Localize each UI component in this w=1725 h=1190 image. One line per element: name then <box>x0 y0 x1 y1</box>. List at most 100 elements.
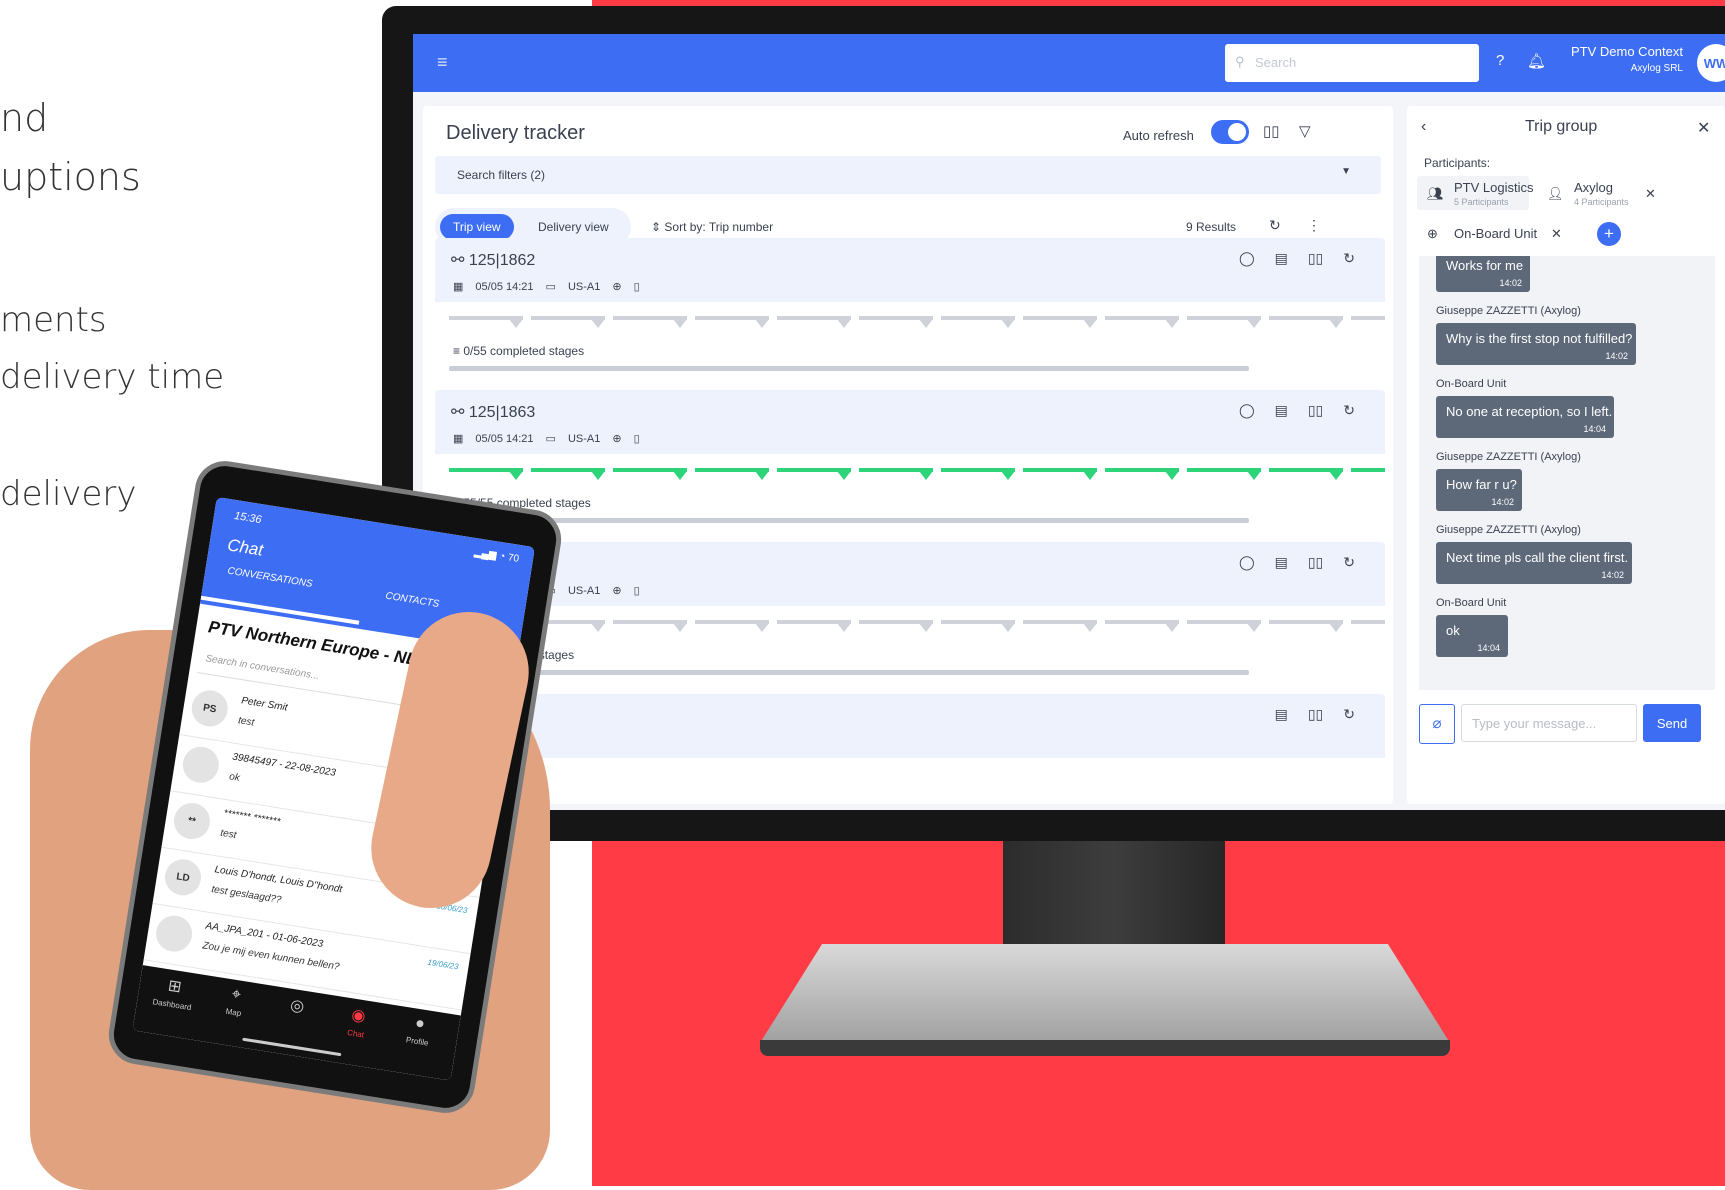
stage-marker[interactable] <box>919 471 933 480</box>
chat-icon[interactable]: ◯ <box>1239 402 1255 418</box>
bell-icon[interactable]: 🔔︎ <box>1527 52 1546 70</box>
back-icon[interactable]: ‹ <box>1421 118 1426 136</box>
map-icon[interactable]: ▯▯ <box>1308 402 1323 418</box>
participant-chip-ptv[interactable]: 👥︎ PTV Logistics 5 Participants <box>1417 176 1533 210</box>
refresh-icon[interactable]: ↻ <box>1343 402 1355 418</box>
remove-participant-icon[interactable]: ✕ <box>1551 226 1562 242</box>
nav-item-scan[interactable]: ◎ <box>270 992 323 1024</box>
stage-marker[interactable] <box>1165 319 1179 328</box>
search-input[interactable] <box>1253 54 1467 71</box>
tab-conversations[interactable]: CONVERSATIONS <box>227 566 314 590</box>
stage-marker[interactable] <box>673 623 687 632</box>
hamburger-icon[interactable]: ≡ <box>437 52 448 73</box>
horizontal-scrollbar[interactable] <box>449 670 1249 675</box>
nav-item-chat[interactable]: ◉ Chat <box>330 1002 385 1042</box>
chat-messages[interactable]: Works for me 14:02 Giuseppe ZAZZETTI (Axyl… <box>1419 256 1715 690</box>
message-composer: ⌀ Send <box>1419 704 1725 744</box>
tab-trip-view[interactable]: Trip view <box>440 214 514 240</box>
stage-marker[interactable] <box>591 319 605 328</box>
paperclip-icon[interactable]: ⌀ <box>1419 704 1455 744</box>
map-icon[interactable]: ▯▯ <box>1263 122 1280 140</box>
stage-marker[interactable] <box>1165 623 1179 632</box>
refresh-icon[interactable]: ↻ <box>1343 554 1355 570</box>
stage-marker[interactable] <box>673 471 687 480</box>
stage-marker[interactable] <box>1001 319 1015 328</box>
stage-marker[interactable] <box>1329 319 1343 328</box>
nav-item-profile[interactable]: ● Profile <box>392 1011 446 1049</box>
stage-marker[interactable] <box>1083 319 1097 328</box>
auto-refresh-toggle[interactable] <box>1211 120 1249 144</box>
avatar[interactable]: WW <box>1697 44 1725 82</box>
more-icon[interactable]: ⋮ <box>1307 217 1321 234</box>
global-search[interactable]: ⚲ <box>1225 44 1479 82</box>
stage-marker[interactable] <box>1247 471 1261 480</box>
stage-marker[interactable] <box>837 623 851 632</box>
chat-icon[interactable]: ◯ <box>1239 554 1255 570</box>
stage-marker[interactable] <box>755 471 769 480</box>
stage-marker[interactable] <box>1329 623 1343 632</box>
map-icon[interactable]: ▯▯ <box>1308 250 1323 266</box>
stage-marker[interactable] <box>919 623 933 632</box>
horizontal-scrollbar[interactable] <box>449 518 1249 523</box>
scan-icon: ◎ <box>289 996 306 1016</box>
vehicle-icon: ▭ <box>545 281 556 293</box>
map-icon[interactable]: ▯▯ <box>1308 554 1323 570</box>
sort-button[interactable]: ⇕ Sort by: Trip number <box>651 220 773 234</box>
stage-marker[interactable] <box>591 623 605 632</box>
stage-marker[interactable] <box>755 623 769 632</box>
stage-marker[interactable] <box>509 319 523 328</box>
stage-marker[interactable] <box>1165 471 1179 480</box>
document-icon[interactable]: ▤ <box>1275 402 1288 418</box>
stage-marker[interactable] <box>1247 623 1261 632</box>
document-icon[interactable]: ▤ <box>1275 706 1288 722</box>
stage-marker[interactable] <box>1083 623 1097 632</box>
context-info[interactable]: PTV Demo Context Axylog SRL <box>1571 44 1683 74</box>
trip-card[interactable]: ⚯ 125|1862 ▦ 05/05 14:21 ▭ US-A1 ⊕ ▯ ◯ ▤ ▯▯ ↻ ≡ 0/5… <box>435 238 1385 378</box>
trip-actions: ▤ ▯▯ ↻ <box>1255 706 1355 723</box>
horizontal-scrollbar[interactable] <box>449 366 1249 371</box>
stage-marker[interactable] <box>837 319 851 328</box>
tab-delivery-view[interactable]: Delivery view <box>525 214 622 240</box>
close-icon[interactable]: ✕ <box>1697 118 1710 138</box>
document-icon[interactable]: ▤ <box>1275 554 1288 570</box>
stage-marker[interactable] <box>1247 319 1261 328</box>
battery-level: 70 <box>507 552 520 565</box>
help-icon[interactable]: ? <box>1496 52 1504 69</box>
phone-in-hand: 15:36 ▂▄▆ ◔ 70 Chat CONVERSATIONS CONTAC… <box>30 456 566 1190</box>
nav-item-dashboard[interactable]: ⊞ Dashboard <box>147 973 202 1013</box>
chat-icon[interactable]: ◯ <box>1239 250 1255 266</box>
stage-marker[interactable] <box>1083 471 1097 480</box>
add-participant-button[interactable]: + <box>1597 222 1621 246</box>
trip-card[interactable]: ⚯ 5|1865▤▯▯↻ <box>435 694 1385 804</box>
trip-header: ⚯ 125|1864▦05/05 14:21▭US-A1⊕▯◯▤▯▯↻ <box>435 542 1385 606</box>
message-input[interactable] <box>1461 704 1637 742</box>
nav-item-map[interactable]: ⌖ Map <box>208 982 262 1020</box>
search-filters-bar[interactable]: Search filters (2) ▼ <box>435 156 1381 194</box>
refresh-icon[interactable]: ↻ <box>1343 706 1355 722</box>
stage-marker[interactable] <box>673 319 687 328</box>
refresh-icon[interactable]: ↻ <box>1269 217 1281 234</box>
participant-chip-onboard[interactable]: ⊕ On-Board Unit <box>1417 216 1557 250</box>
stage-marker[interactable] <box>755 319 769 328</box>
stage-marker[interactable] <box>1329 471 1343 480</box>
stage-marker[interactable] <box>591 471 605 480</box>
auto-refresh-label: Auto refresh <box>1123 128 1194 143</box>
stage-marker[interactable] <box>837 471 851 480</box>
remove-participant-icon[interactable]: ✕ <box>1645 186 1656 202</box>
stage-marker[interactable] <box>919 319 933 328</box>
message-sender: On-Board Unit <box>1436 597 1507 609</box>
refresh-icon[interactable]: ↻ <box>1343 250 1355 266</box>
map-icon: ⌖ <box>230 985 243 1004</box>
trip-card[interactable]: ⚯ 125|1864▦05/05 14:21▭US-A1⊕▯◯▤▯▯↻≡ 20 … <box>435 542 1385 682</box>
filter-icon[interactable]: ▽ <box>1299 122 1311 140</box>
stage-marker[interactable] <box>1001 623 1015 632</box>
map-icon[interactable]: ▯▯ <box>1308 706 1323 722</box>
conversation-preview: test geslaagd?? <box>210 884 283 906</box>
tab-contacts[interactable]: CONTACTS <box>385 591 440 610</box>
participant-chip-axylog[interactable]: 👤︎ Axylog 4 Participants <box>1537 176 1633 210</box>
marketing-line-1: nd <box>0 96 49 140</box>
trip-card[interactable]: ⚯ 125|1863▦05/05 14:21▭US-A1⊕▯◯▤▯▯↻≡ 55/… <box>435 390 1385 530</box>
document-icon[interactable]: ▤ <box>1275 250 1288 266</box>
send-button[interactable]: Send <box>1643 704 1701 742</box>
stage-marker[interactable] <box>1001 471 1015 480</box>
